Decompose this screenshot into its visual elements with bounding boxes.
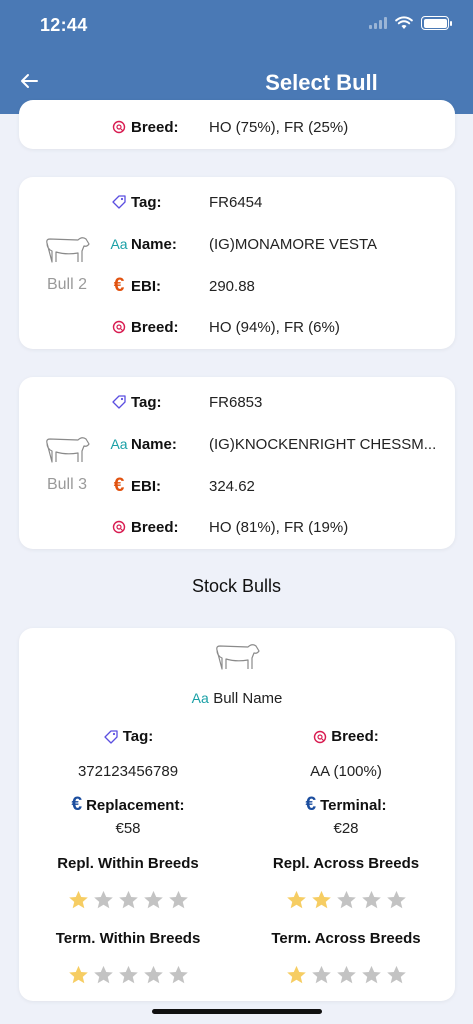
- tag-icon: [109, 194, 129, 210]
- breed-value: HO (75%), FR (25%): [209, 118, 349, 136]
- status-time: 12:44: [40, 15, 88, 35]
- breed-value: AA (100%): [310, 763, 382, 780]
- terminal-label: Terminal:: [320, 796, 387, 814]
- star-icon[interactable]: [336, 890, 357, 910]
- ebi-value: 290.88: [209, 277, 255, 295]
- app-header: 12:44 Select Bull: [0, 0, 473, 114]
- page-title: Select Bull: [265, 70, 378, 95]
- tag-icon: [109, 394, 129, 410]
- cow-icon: [46, 237, 90, 263]
- star-icon[interactable]: [118, 965, 139, 985]
- cow-icon: [46, 437, 90, 463]
- star-icon[interactable]: [311, 965, 332, 985]
- ebi-value: 324.62: [209, 477, 255, 495]
- bull-name-label: Bull Name: [213, 690, 283, 707]
- name-value: (IG)KNOCKENRIGHT CHESSM...: [209, 435, 437, 453]
- star-icon[interactable]: [118, 890, 139, 910]
- star-icon[interactable]: [286, 890, 307, 910]
- star-icon[interactable]: [386, 965, 407, 985]
- star-icon[interactable]: [168, 890, 189, 910]
- breed-icon: [109, 520, 129, 534]
- rating-stars[interactable]: [19, 965, 237, 985]
- bull-card-1[interactable]: Breed: HO (75%), FR (25%): [19, 100, 455, 149]
- stock-bulls-title: Stock Bulls: [191, 576, 282, 596]
- breed-value: HO (81%), FR (19%): [209, 518, 349, 536]
- star-icon[interactable]: [361, 890, 382, 910]
- bull-label: Bull 2: [46, 276, 88, 293]
- breed-value: HO (94%), FR (6%): [209, 318, 340, 336]
- breed-label: Breed:: [131, 118, 179, 136]
- euro-icon: €: [71, 794, 83, 815]
- euro-icon: €: [113, 275, 125, 296]
- bull-card-3[interactable]: Bull 3 Tag: FR6853 Aa Name: (IG)KNOCKENR…: [19, 377, 455, 549]
- name-value: (IG)MONAMORE VESTA: [209, 235, 378, 253]
- ebi-label: EBI:: [131, 477, 161, 495]
- name-label: Name:: [131, 235, 177, 253]
- rating-label: Term. Within Breeds: [55, 930, 201, 947]
- cow-icon: [216, 644, 260, 670]
- euro-icon: €: [113, 475, 125, 496]
- text-aa-icon: Aa: [110, 436, 128, 452]
- bull-label: Bull 3: [46, 476, 88, 493]
- tag-value: FR6853: [209, 393, 263, 411]
- status-icons: [369, 16, 452, 30]
- bull-card-2[interactable]: Bull 2 Tag: FR6454 Aa Name: (IG)MONAMORE…: [19, 177, 455, 349]
- star-icon[interactable]: [143, 890, 164, 910]
- breed-icon: [109, 120, 129, 134]
- battery-icon: [421, 16, 452, 30]
- star-icon[interactable]: [93, 890, 114, 910]
- tag-label: Tag:: [131, 193, 162, 211]
- rating-stars[interactable]: [237, 965, 455, 985]
- stock-bull-card[interactable]: Aa Bull Name Tag: Breed: 372123456789 AA…: [19, 628, 455, 1001]
- star-icon[interactable]: [311, 890, 332, 910]
- star-icon[interactable]: [143, 965, 164, 985]
- rating-stars[interactable]: [19, 890, 237, 910]
- star-icon[interactable]: [386, 890, 407, 910]
- tag-label: Tag:: [122, 728, 154, 745]
- tag-label: Tag:: [131, 393, 162, 411]
- breed-label: Breed:: [131, 518, 179, 536]
- breed-icon: [109, 320, 129, 334]
- ebi-label: EBI:: [131, 277, 161, 295]
- star-icon[interactable]: [361, 965, 382, 985]
- rating-stars[interactable]: [237, 890, 455, 910]
- rating-label: Repl. Across Breeds: [272, 855, 420, 872]
- tag-icon: [104, 729, 118, 744]
- star-icon[interactable]: [336, 965, 357, 985]
- rating-label: Term. Across Breeds: [271, 930, 421, 947]
- replacement-value: €58: [115, 820, 141, 837]
- breed-label: Breed:: [331, 728, 379, 745]
- star-icon[interactable]: [68, 965, 89, 985]
- star-icon[interactable]: [93, 965, 114, 985]
- text-aa-icon: Aa: [191, 690, 209, 706]
- replacement-label: Replacement:: [86, 796, 185, 814]
- signal-icon: [369, 17, 387, 29]
- star-icon[interactable]: [168, 965, 189, 985]
- star-icon[interactable]: [68, 890, 89, 910]
- text-aa-icon: Aa: [110, 236, 128, 252]
- breed-icon: [314, 730, 327, 743]
- tag-value: FR6454: [209, 193, 263, 211]
- breed-label: Breed:: [131, 318, 179, 336]
- star-icon[interactable]: [286, 965, 307, 985]
- wifi-icon: [395, 16, 413, 29]
- euro-icon: €: [305, 794, 317, 815]
- home-indicator: [152, 1009, 322, 1014]
- tag-value: 372123456789: [77, 763, 179, 780]
- rating-label: Repl. Within Breeds: [57, 855, 199, 872]
- name-label: Name:: [131, 435, 177, 453]
- terminal-value: €28: [333, 820, 359, 837]
